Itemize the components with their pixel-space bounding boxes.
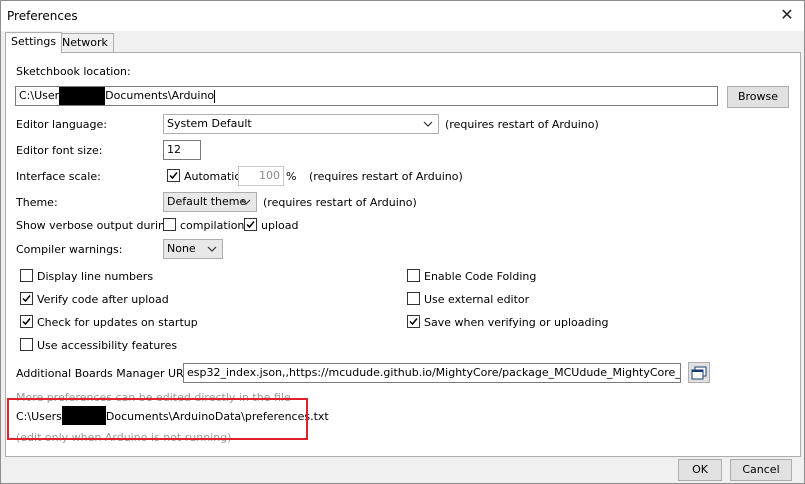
theme-select[interactable]: Default theme [163, 192, 257, 212]
display-line-numbers-checkbox[interactable] [20, 269, 33, 282]
check-icon [22, 295, 31, 303]
tab-settings[interactable]: Settings [5, 32, 63, 53]
check-icon [246, 221, 255, 229]
compiler-warnings-select[interactable]: None [163, 239, 223, 259]
code-folding-label: Enable Code Folding [424, 270, 537, 283]
tab-network[interactable]: Network [56, 33, 114, 52]
external-editor-checkbox[interactable] [407, 292, 420, 305]
verify-code-checkbox[interactable] [20, 292, 33, 305]
redaction-block [59, 87, 106, 105]
chevron-down-icon [207, 246, 217, 252]
check-icon [22, 318, 31, 326]
title-bar: Preferences ✕ [1, 1, 804, 31]
upload-label: upload [261, 219, 299, 232]
verify-code-label: Verify code after upload [37, 293, 169, 306]
theme-note: (requires restart of Arduino) [263, 196, 417, 209]
check-updates-label: Check for updates on startup [37, 316, 198, 329]
sketchbook-path-suffix: Documents\Arduino [105, 89, 215, 102]
highlight-box [7, 398, 308, 440]
window-title: Preferences [7, 9, 78, 23]
save-when-verifying-checkbox[interactable] [407, 315, 420, 328]
interface-scale-note: (requires restart of Arduino) [309, 170, 463, 183]
external-editor-label: Use external editor [424, 293, 530, 306]
editor-language-note: (requires restart of Arduino) [445, 118, 599, 131]
save-when-verifying-label: Save when verifying or uploading [424, 316, 609, 329]
sketchbook-label: Sketchbook location: [16, 65, 131, 78]
verbose-label: Show verbose output during: [16, 219, 176, 232]
display-line-numbers-label: Display line numbers [37, 270, 154, 283]
sketchbook-path-prefix: C:\User [19, 89, 60, 102]
editor-language-value: System Default [167, 117, 252, 130]
compiler-warnings-label: Compiler warnings: [16, 243, 123, 256]
compilation-label: compilation [180, 219, 245, 232]
compiler-warnings-value: None [167, 242, 196, 255]
cancel-button[interactable]: Cancel [730, 459, 792, 481]
check-icon [409, 318, 418, 326]
accessibility-label: Use accessibility features [37, 339, 178, 352]
editor-font-size-label: Editor font size: [16, 144, 103, 157]
check-updates-checkbox[interactable] [20, 315, 33, 328]
chevron-down-icon [423, 121, 433, 127]
interface-scale-field[interactable]: 100 [238, 166, 284, 186]
boards-manager-edit-button[interactable] [688, 362, 710, 383]
chevron-down-icon [241, 199, 251, 205]
interface-scale-label: Interface scale: [16, 170, 101, 183]
automatic-label: Automatic [184, 170, 241, 183]
settings-panel: Sketchbook location: C:\User Documents\Ar… [5, 52, 801, 457]
text-cursor [214, 89, 216, 103]
theme-value: Default theme [167, 195, 247, 208]
editor-language-label: Editor language: [16, 118, 107, 131]
browse-button[interactable]: Browse [727, 86, 789, 108]
ok-button[interactable]: OK [678, 459, 722, 481]
code-folding-checkbox[interactable] [407, 269, 420, 282]
editor-font-size-field[interactable]: 12 [163, 140, 201, 160]
preferences-window: Preferences ✕ Settings Network Sketchboo… [0, 0, 805, 484]
check-icon [169, 172, 178, 180]
compilation-checkbox[interactable] [163, 218, 176, 231]
window-icon [691, 366, 707, 380]
sketchbook-path-field[interactable]: C:\User Documents\Arduino [15, 86, 718, 106]
theme-label: Theme: [16, 196, 58, 209]
boards-manager-label: Additional Boards Manager URLs: [16, 367, 200, 380]
close-icon[interactable]: ✕ [778, 6, 796, 24]
accessibility-checkbox[interactable] [20, 338, 33, 351]
upload-checkbox[interactable] [244, 218, 257, 231]
interface-scale-unit: % [286, 170, 297, 183]
boards-manager-urls-field[interactable]: esp32_index.json,,https://mcudude.github… [183, 363, 681, 383]
editor-language-select[interactable]: System Default [163, 114, 439, 134]
automatic-checkbox[interactable] [167, 169, 180, 182]
